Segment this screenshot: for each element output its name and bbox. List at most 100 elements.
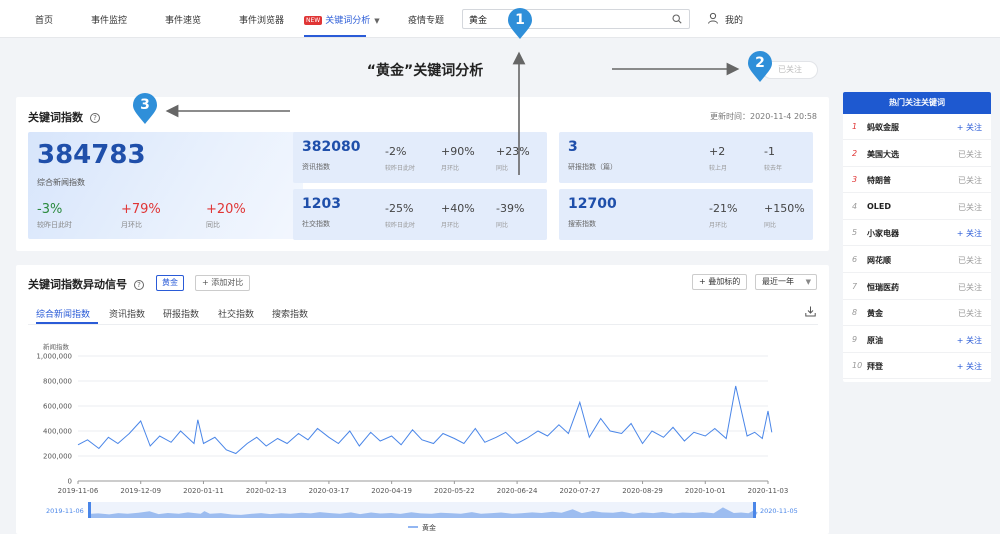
- tile-stat-value: -2%: [385, 145, 407, 158]
- nav-event-monitor[interactable]: 事件监控: [91, 13, 127, 26]
- tile-stat-value: +150%: [764, 202, 805, 215]
- tile-stat-label: 较上月: [709, 165, 728, 172]
- x-tick-label: 2020-01-11: [183, 487, 224, 495]
- hot-keyword-row[interactable]: 5 小家电器 + 关注: [843, 220, 991, 247]
- tile-stat-value: -25%: [385, 202, 414, 215]
- legend-label[interactable]: 黄金: [422, 523, 436, 532]
- followed-label[interactable]: 已关注: [958, 149, 982, 160]
- tile-stat-label: 较去年: [764, 165, 783, 172]
- hot-keyword-name[interactable]: 恒瑞医药: [867, 282, 899, 293]
- nav-event-overview[interactable]: 事件速览: [165, 13, 201, 26]
- hot-keyword-rank: 4: [852, 201, 858, 211]
- x-tick-label: 2019-12-09: [120, 487, 161, 495]
- tile-stat-value: +2: [709, 145, 726, 158]
- hot-keyword-name[interactable]: 特朗普: [867, 175, 891, 186]
- hot-keyword-name[interactable]: 原油: [867, 335, 883, 346]
- x-tick-label: 2020-11-03: [748, 487, 789, 495]
- followed-label[interactable]: 已关注: [958, 202, 982, 213]
- follow-button[interactable]: + 关注: [957, 228, 982, 239]
- news-index-chart: 新闻指数 0 200,000 400,000 600,000 800,000 1,000,…: [36, 342, 797, 532]
- tile-stat-label: 较昨日此时: [385, 222, 416, 229]
- y-tick-label: 600,000: [43, 403, 72, 411]
- callout-number: 3: [140, 97, 150, 113]
- composite-news-index-tile: 384783 综合新闻指数 -3% 较昨日此时 +79% 月环比 +20% 同比: [28, 132, 303, 239]
- hot-keyword-row[interactable]: 4 OLED 已关注: [843, 194, 991, 220]
- user-menu[interactable]: 我的: [725, 13, 743, 26]
- hot-keyword-rank: 7: [852, 281, 858, 291]
- x-tick-label: 2020-03-17: [309, 487, 350, 495]
- y-tick-label: 1,000,000: [36, 353, 72, 361]
- search-icon[interactable]: [672, 14, 682, 24]
- follow-button[interactable]: + 关注: [957, 122, 982, 133]
- tile-stat-label: 月环比: [441, 165, 460, 172]
- tile-stat-value: +40%: [441, 202, 475, 215]
- stat-value: +20%: [206, 202, 246, 217]
- hot-keyword-name[interactable]: 黄金: [867, 308, 883, 319]
- hot-keyword-rank: 6: [852, 255, 858, 264]
- hot-keyword-row[interactable]: 8 黄金 已关注: [843, 300, 991, 327]
- hot-keyword-name[interactable]: 小家电器: [867, 228, 899, 239]
- range-slider-left-handle[interactable]: [88, 502, 91, 518]
- follow-button[interactable]: + 关注: [957, 361, 982, 372]
- y-tick-label: 400,000: [43, 428, 72, 436]
- hot-keywords-title: 热门关注关键词: [843, 92, 991, 114]
- hot-keyword-name[interactable]: OLED: [867, 202, 891, 211]
- nav-epidemic[interactable]: 疫情专题: [408, 13, 444, 26]
- page-title: “黄金”关键词分析: [366, 63, 484, 79]
- hot-keyword-row[interactable]: 1 蚂蚁金服 + 关注: [843, 114, 991, 140]
- tile-stat-value: +90%: [441, 145, 475, 158]
- callout-pin-2: 2: [746, 51, 774, 83]
- hot-keyword-row[interactable]: 2 美国大选 已关注: [843, 141, 991, 167]
- keyword-signal-card: 关键词指数异动信号? 黄金 + 添加对比 + 叠加标的 最近一年 ▼ 综合新闻指数…: [16, 265, 829, 534]
- stat-label: 月环比: [121, 221, 142, 229]
- search-input[interactable]: [463, 10, 653, 28]
- followed-label[interactable]: 已关注: [958, 255, 982, 266]
- composite-index-value: 384783: [37, 140, 146, 170]
- hot-keyword-row[interactable]: 10 拜登 + 关注: [843, 353, 991, 380]
- keyword-index-title: 关键词指数?: [28, 109, 100, 125]
- tile-value: 1203: [302, 196, 341, 212]
- stat-label: 较昨日此时: [37, 221, 72, 229]
- hot-keyword-row[interactable]: 9 原油 + 关注: [843, 327, 991, 353]
- x-tick-label: 2020-07-27: [559, 487, 600, 495]
- tile-stat-value: -21%: [709, 202, 738, 215]
- follow-button[interactable]: + 关注: [957, 335, 982, 346]
- tile-label: 搜索指数: [568, 220, 596, 228]
- followed-label[interactable]: 已关注: [958, 308, 982, 319]
- active-nav-indicator: [304, 35, 366, 37]
- nav-home[interactable]: 首页: [35, 13, 53, 26]
- followed-label[interactable]: 已关注: [958, 175, 982, 186]
- hot-keywords-panel: 热门关注关键词 1 蚂蚁金服 + 关注 2 美国大选 已关注 3 特朗普 已关注 4 OLED 已关注…: [843, 92, 991, 382]
- hot-keyword-name[interactable]: 拜登: [867, 361, 883, 372]
- research-index-tile: 3 研报指数（篇） +2 较上月 -1 较去年: [559, 132, 813, 183]
- hot-keyword-row[interactable]: 7 恒瑞医药 已关注: [843, 274, 991, 300]
- tile-stat-value: -39%: [496, 202, 525, 215]
- x-tick-label: 2020-06-24: [497, 487, 538, 495]
- range-slider-right-handle[interactable]: [753, 502, 756, 518]
- nav-keyword-analysis[interactable]: NEW 关键词分析 ▼: [304, 13, 380, 26]
- help-icon[interactable]: ?: [90, 113, 100, 123]
- search-index-tile: 12700 搜索指数 -21% 月环比 +150% 同比: [559, 189, 813, 240]
- hot-keyword-name[interactable]: 网花顺: [867, 255, 891, 266]
- tile-stat-label: 月环比: [709, 222, 728, 229]
- y-axis-title: 新闻指数: [43, 342, 70, 351]
- hot-keyword-rank: 10: [852, 361, 863, 371]
- hot-keyword-row[interactable]: 6 网花顺 已关注: [843, 247, 991, 273]
- x-tick-label: 2020-10-01: [685, 487, 726, 495]
- callout-number: 1: [515, 12, 525, 28]
- x-tick-label: 2020-05-22: [434, 487, 475, 495]
- tile-stat-value: -1: [764, 145, 775, 158]
- hot-keyword-name[interactable]: 蚂蚁金服: [867, 122, 899, 133]
- nav-event-browser[interactable]: 事件浏览器: [239, 13, 284, 26]
- followed-label[interactable]: 已关注: [958, 282, 982, 293]
- stat-value: -3%: [37, 202, 63, 217]
- user-icon[interactable]: [707, 12, 719, 24]
- callout-pin-3: 3: [131, 93, 159, 125]
- tile-stat-label: 同比: [764, 222, 777, 229]
- tile-stat-label: 较昨日此时: [385, 165, 416, 172]
- x-tick-label: 2020-04-19: [371, 487, 412, 495]
- hot-keyword-name[interactable]: 美国大选: [867, 149, 899, 160]
- hot-keyword-row[interactable]: 3 特朗普 已关注: [843, 167, 991, 194]
- x-tick-label: 2020-08-29: [622, 487, 663, 495]
- hot-keyword-rank: 8: [852, 308, 858, 318]
